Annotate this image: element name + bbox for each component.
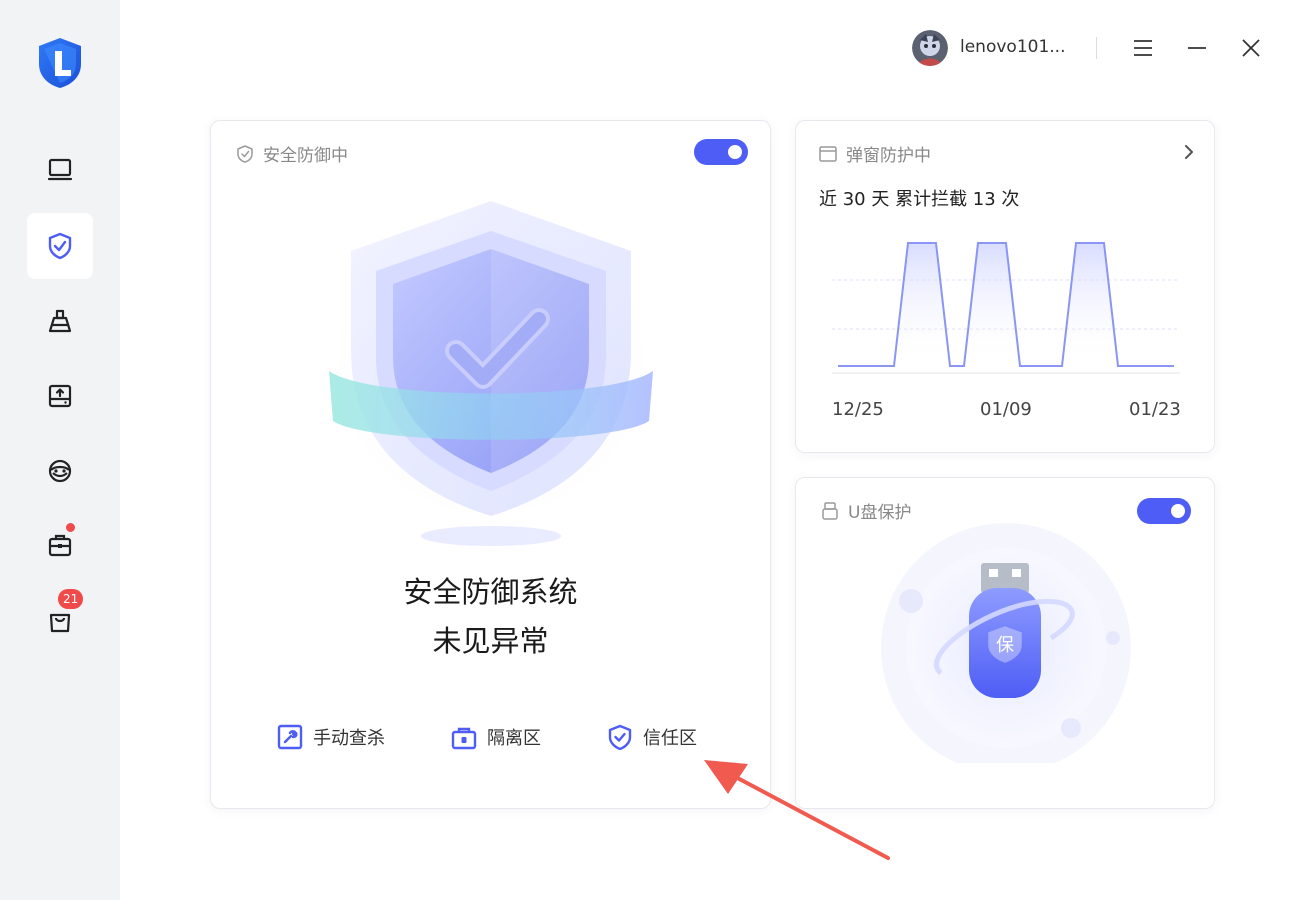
store-count-badge: 21	[58, 589, 84, 609]
usb-protect-label: 保	[996, 635, 1014, 656]
popup-card-title: 弹窗防护中	[818, 141, 931, 166]
chevron-right-icon[interactable]	[1182, 143, 1196, 161]
toolbox-icon	[48, 534, 72, 557]
nav-toolbox[interactable]	[27, 512, 93, 578]
x-tick: 12/25	[832, 399, 884, 420]
username[interactable]: lenovo101...	[960, 37, 1065, 57]
menu-icon	[1134, 40, 1152, 56]
block-summary: 近 30 天 累计拦截 13 次	[819, 189, 1020, 210]
x-tick: 01/09	[980, 399, 1032, 420]
defense-toggle[interactable]	[694, 139, 748, 165]
window-icon	[819, 145, 837, 162]
avatar[interactable]	[912, 30, 948, 66]
usb-illustration: 保	[881, 523, 1131, 763]
manual-scan-button[interactable]: 手动查杀	[277, 724, 385, 750]
monitor-icon	[47, 158, 73, 181]
nav-security[interactable]	[27, 213, 93, 279]
defense-card-title: 安全防御中	[235, 141, 348, 166]
shopping-bag-icon	[49, 613, 71, 633]
app-logo	[36, 37, 84, 89]
popup-protection-card[interactable]: 弹窗防护中 近 30 天 累计拦截 13 次 12/25 01/09 01/23	[795, 120, 1215, 453]
close-button[interactable]	[1235, 32, 1267, 64]
trust-zone-button[interactable]: 信任区	[607, 724, 697, 750]
shield-illustration	[316, 191, 666, 546]
defense-card: 安全防御中 安全防御系统 未见异常	[210, 120, 771, 809]
nav-store[interactable]: 21	[27, 587, 93, 653]
nav-drive[interactable]	[27, 363, 93, 429]
header-divider	[1096, 37, 1097, 59]
nav-cleanup[interactable]	[27, 288, 93, 354]
annotation-arrow	[704, 760, 890, 860]
wrench-box-icon	[277, 724, 303, 750]
usb-card-title: U盘保护	[820, 498, 911, 523]
x-tick: 01/23	[1129, 399, 1181, 420]
notification-dot	[66, 523, 75, 532]
close-icon	[1242, 39, 1260, 57]
network-eye-icon	[48, 459, 72, 483]
popup-block-chart	[832, 242, 1180, 374]
status-line-2: 未见异常	[432, 624, 549, 658]
usb-toggle[interactable]	[1137, 498, 1191, 524]
usb-outline-icon	[822, 501, 838, 520]
lock-box-icon	[451, 727, 477, 750]
minimize-button[interactable]	[1181, 32, 1213, 64]
shield-outline-icon	[237, 144, 253, 163]
minimize-icon	[1188, 47, 1206, 49]
status-line-1: 安全防御系统	[403, 575, 578, 609]
sidebar: 21	[0, 0, 120, 900]
nav-device[interactable]	[27, 137, 93, 203]
trust-shield-icon	[608, 724, 632, 750]
nav-network[interactable]	[27, 438, 93, 504]
quarantine-button[interactable]: 隔离区	[451, 724, 541, 750]
drive-upload-icon	[48, 384, 72, 408]
chart-area	[838, 243, 1174, 366]
shield-check-icon	[48, 232, 72, 260]
broom-icon	[48, 309, 72, 333]
menu-button[interactable]	[1127, 32, 1159, 64]
